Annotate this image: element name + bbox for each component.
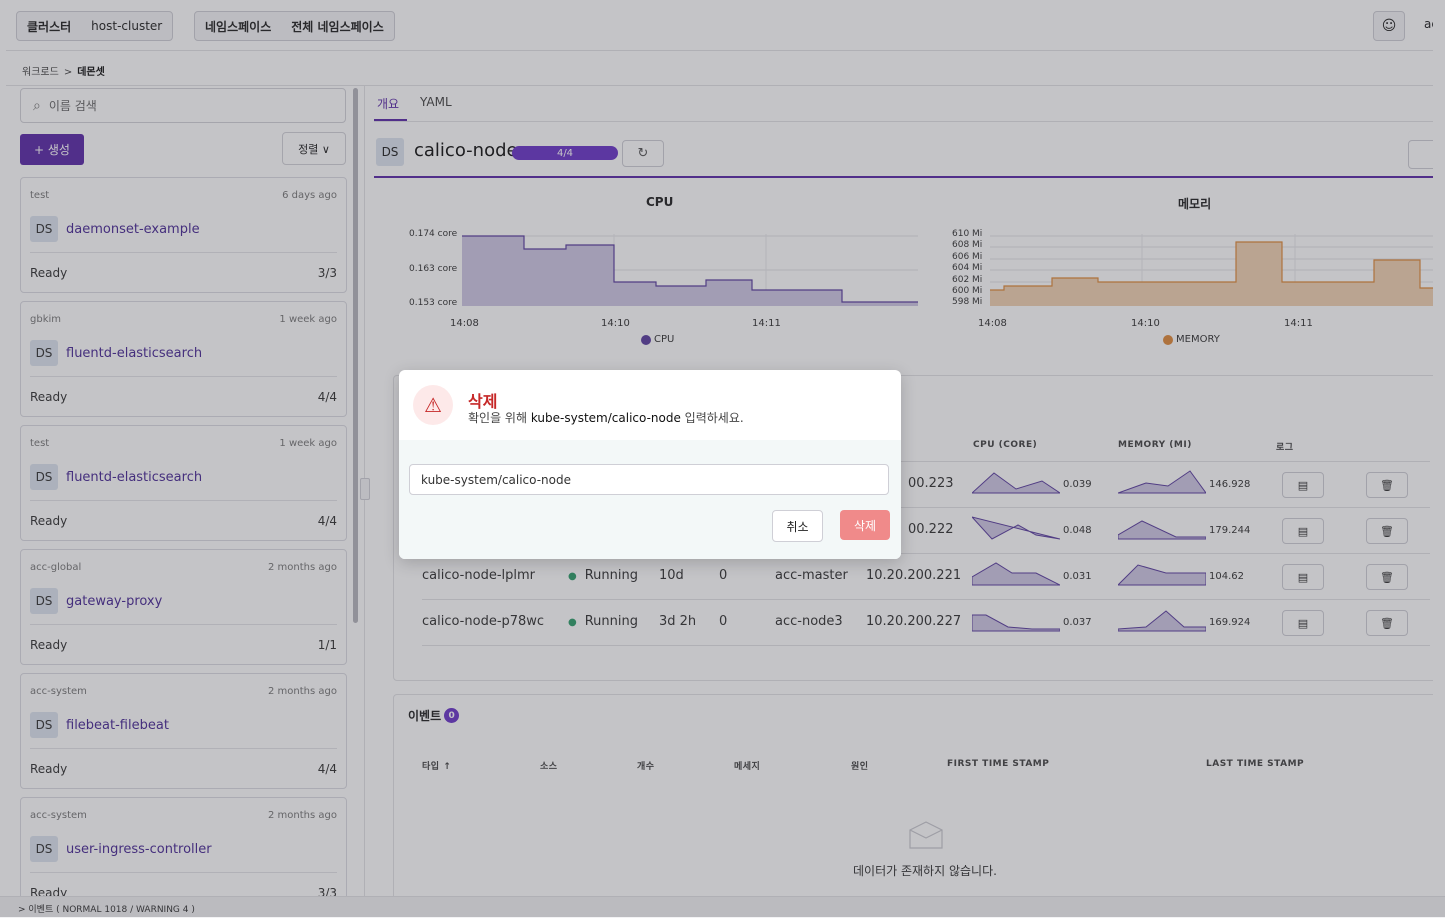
dialog-subtitle-suffix: 입력하세요.	[680, 411, 744, 425]
delete-button[interactable]: 삭제	[840, 510, 890, 540]
cancel-button[interactable]: 취소	[772, 510, 823, 542]
dialog-subtitle-target: kube-system/calico-node	[530, 411, 681, 425]
dialog-header: ⚠ 삭제 확인을 위해 kube-system/calico-node 입력하세…	[399, 370, 901, 440]
dialog-body: kube-system/calico-node 취소 삭제	[399, 440, 901, 559]
confirm-input[interactable]: kube-system/calico-node	[409, 464, 889, 495]
dialog-subtitle: 확인을 위해 kube-system/calico-node 입력하세요.	[468, 409, 744, 426]
dialog-subtitle-prefix: 확인을 위해	[468, 411, 531, 425]
delete-dialog: ⚠ 삭제 확인을 위해 kube-system/calico-node 입력하세…	[399, 370, 901, 559]
warning-icon: ⚠	[413, 385, 453, 425]
